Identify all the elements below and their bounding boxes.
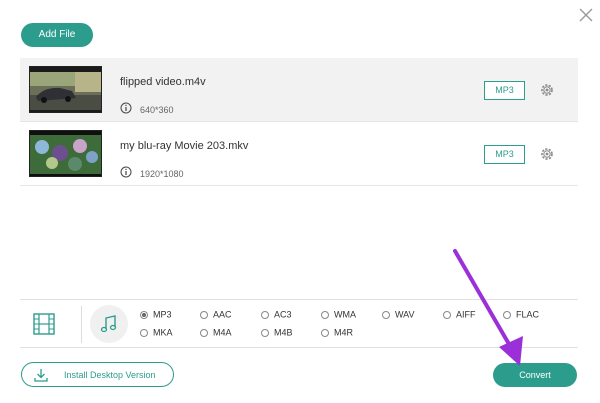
video-thumbnail	[29, 66, 102, 113]
format-option-m4b[interactable]: M4B	[261, 327, 293, 339]
radio-button[interactable]	[140, 328, 148, 337]
file-row[interactable]: my blu-ray Movie 203.mkv 1920*1080 MP3	[20, 122, 578, 186]
output-format-button[interactable]: MP3	[484, 81, 525, 100]
format-label: M4B	[274, 327, 293, 338]
radio-button[interactable]	[261, 310, 269, 319]
format-label: MKA	[153, 327, 173, 338]
radio-button[interactable]	[382, 310, 390, 319]
radio-button[interactable]	[140, 310, 148, 319]
format-option-wav[interactable]: WAV	[382, 309, 415, 321]
file-list: flipped video.m4v 640*360 MP3 my blu-ray…	[20, 58, 578, 186]
video-thumbnail	[29, 130, 102, 177]
radio-button[interactable]	[200, 310, 208, 319]
format-option-ac3[interactable]: AC3	[261, 309, 292, 321]
format-label: M4A	[213, 327, 232, 338]
format-option-wma[interactable]: WMA	[321, 309, 356, 321]
music-note-icon[interactable]	[90, 305, 128, 343]
format-option-mka[interactable]: MKA	[140, 327, 173, 339]
divider	[81, 306, 82, 343]
gear-icon[interactable]	[539, 82, 555, 98]
radio-button[interactable]	[200, 328, 208, 337]
gear-icon[interactable]	[539, 146, 555, 162]
format-label: FLAC	[516, 309, 540, 320]
download-icon	[34, 369, 48, 382]
format-option-aac[interactable]: AAC	[200, 309, 232, 321]
format-option-mp3[interactable]: MP3	[140, 309, 172, 321]
format-panel: MP3 AAC AC3 WMA WAV AIFF FLAC MKA M4A M4…	[20, 299, 578, 348]
film-icon[interactable]	[32, 312, 56, 336]
format-label: AC3	[274, 309, 292, 320]
info-icon[interactable]	[120, 102, 132, 114]
install-desktop-button[interactable]: Install Desktop Version	[21, 362, 174, 387]
radio-button[interactable]	[261, 328, 269, 337]
format-label: M4R	[334, 327, 354, 338]
format-option-aiff[interactable]: AIFF	[443, 309, 476, 321]
file-resolution: 1920*1080	[140, 169, 184, 179]
add-file-button[interactable]: Add File	[21, 23, 93, 47]
close-icon[interactable]	[577, 6, 595, 24]
format-option-flac[interactable]: FLAC	[503, 309, 539, 321]
file-resolution: 640*360	[140, 105, 174, 115]
format-label: WAV	[395, 309, 415, 320]
format-label: MP3	[153, 309, 172, 320]
radio-button[interactable]	[321, 328, 329, 337]
file-name: flipped video.m4v	[120, 76, 206, 88]
output-format-button[interactable]: MP3	[484, 145, 525, 164]
format-option-m4a[interactable]: M4A	[200, 327, 232, 339]
format-label: AIFF	[456, 309, 476, 320]
file-row[interactable]: flipped video.m4v 640*360 MP3	[20, 58, 578, 122]
format-label: AAC	[213, 309, 232, 320]
format-option-m4r[interactable]: M4R	[321, 327, 353, 339]
info-icon[interactable]	[120, 166, 132, 178]
radio-button[interactable]	[503, 310, 511, 319]
convert-button[interactable]: Convert	[493, 363, 577, 387]
file-name: my blu-ray Movie 203.mkv	[120, 140, 249, 152]
radio-button[interactable]	[443, 310, 451, 319]
install-desktop-label: Install Desktop Version	[64, 370, 156, 380]
format-label: WMA	[334, 309, 356, 320]
radio-button[interactable]	[321, 310, 329, 319]
